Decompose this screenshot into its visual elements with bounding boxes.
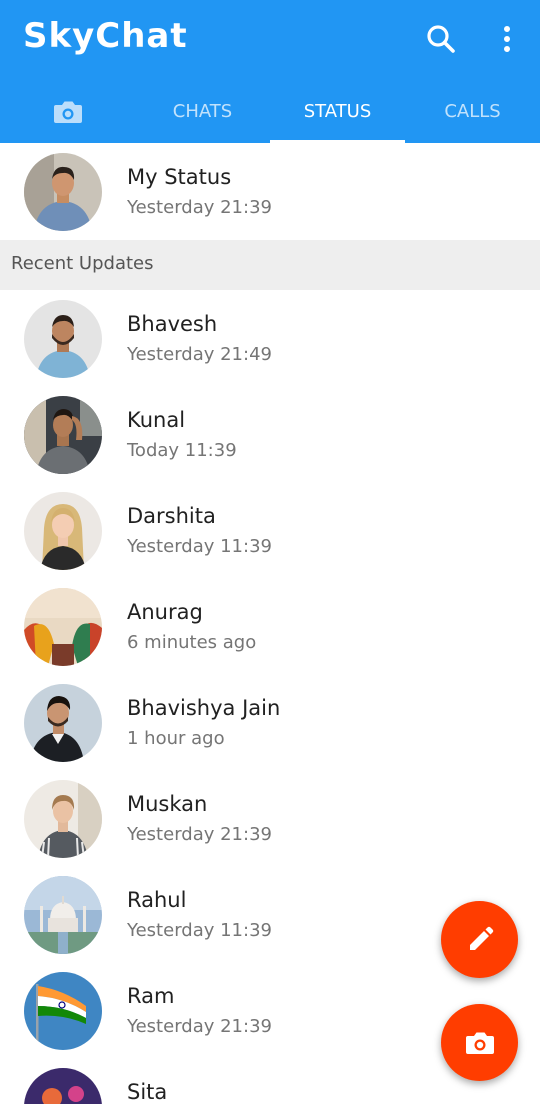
- status-time: 6 minutes ago: [127, 632, 257, 653]
- section-header: Recent Updates: [0, 240, 540, 290]
- contact-name: Bhavesh: [127, 312, 218, 336]
- camera-icon: [465, 1032, 494, 1054]
- avatar: [24, 492, 102, 570]
- contact-name: Kunal: [127, 408, 186, 432]
- status-item[interactable]: Kunal Today 11:39: [0, 386, 540, 482]
- avatar: [24, 396, 102, 474]
- status-time: Today 11:39: [127, 440, 237, 461]
- status-time: Yesterday 11:39: [127, 920, 272, 941]
- search-icon: [427, 25, 455, 53]
- status-time: Yesterday 11:39: [127, 536, 272, 557]
- contact-name: Muskan: [127, 792, 208, 816]
- contact-name: Bhavishya Jain: [127, 696, 281, 720]
- tab-chats[interactable]: CHATS: [135, 80, 270, 143]
- avatar: [24, 1068, 102, 1104]
- avatar: [24, 972, 102, 1050]
- tab-camera[interactable]: [0, 80, 135, 143]
- tab-bar: CHATS STATUS CALLS: [0, 80, 540, 143]
- search-button[interactable]: [424, 22, 458, 56]
- my-status-row[interactable]: My Status Yesterday 21:39: [0, 143, 540, 239]
- contact-name: Darshita: [127, 504, 216, 528]
- status-item[interactable]: Bhavesh Yesterday 21:49: [0, 290, 540, 386]
- contact-name: Ram: [127, 984, 175, 1008]
- avatar: [24, 780, 102, 858]
- tab-status[interactable]: STATUS: [270, 80, 405, 143]
- status-time: Yesterday 21:39: [127, 824, 272, 845]
- camera-icon: [53, 101, 82, 123]
- tab-calls[interactable]: CALLS: [405, 80, 540, 143]
- contact-name: Sita: [127, 1080, 168, 1104]
- app-bar: SkyChat CHATS STATUS CALLS: [0, 0, 540, 143]
- camera-status-button[interactable]: [441, 1004, 518, 1081]
- edit-status-button[interactable]: [441, 901, 518, 978]
- avatar: [24, 153, 102, 231]
- my-status-name: My Status: [127, 165, 232, 189]
- section-title: Recent Updates: [11, 253, 154, 274]
- my-status-time: Yesterday 21:39: [127, 197, 272, 218]
- more-vert-icon: [504, 26, 510, 52]
- status-time: Yesterday 21:49: [127, 344, 272, 365]
- status-time: 1 hour ago: [127, 728, 225, 749]
- avatar: [24, 300, 102, 378]
- contact-name: Anurag: [127, 600, 203, 624]
- status-item[interactable]: Bhavishya Jain 1 hour ago: [0, 674, 540, 770]
- avatar: [24, 876, 102, 954]
- app-title: SkyChat: [23, 16, 188, 56]
- status-time: Yesterday 21:39: [127, 1016, 272, 1037]
- more-options-button[interactable]: [494, 22, 520, 56]
- avatar: [24, 588, 102, 666]
- avatar: [24, 684, 102, 762]
- status-item[interactable]: Darshita Yesterday 11:39: [0, 482, 540, 578]
- status-item[interactable]: Muskan Yesterday 21:39: [0, 770, 540, 866]
- contact-name: Rahul: [127, 888, 187, 912]
- pencil-icon: [469, 926, 493, 950]
- status-item[interactable]: Anurag 6 minutes ago: [0, 578, 540, 674]
